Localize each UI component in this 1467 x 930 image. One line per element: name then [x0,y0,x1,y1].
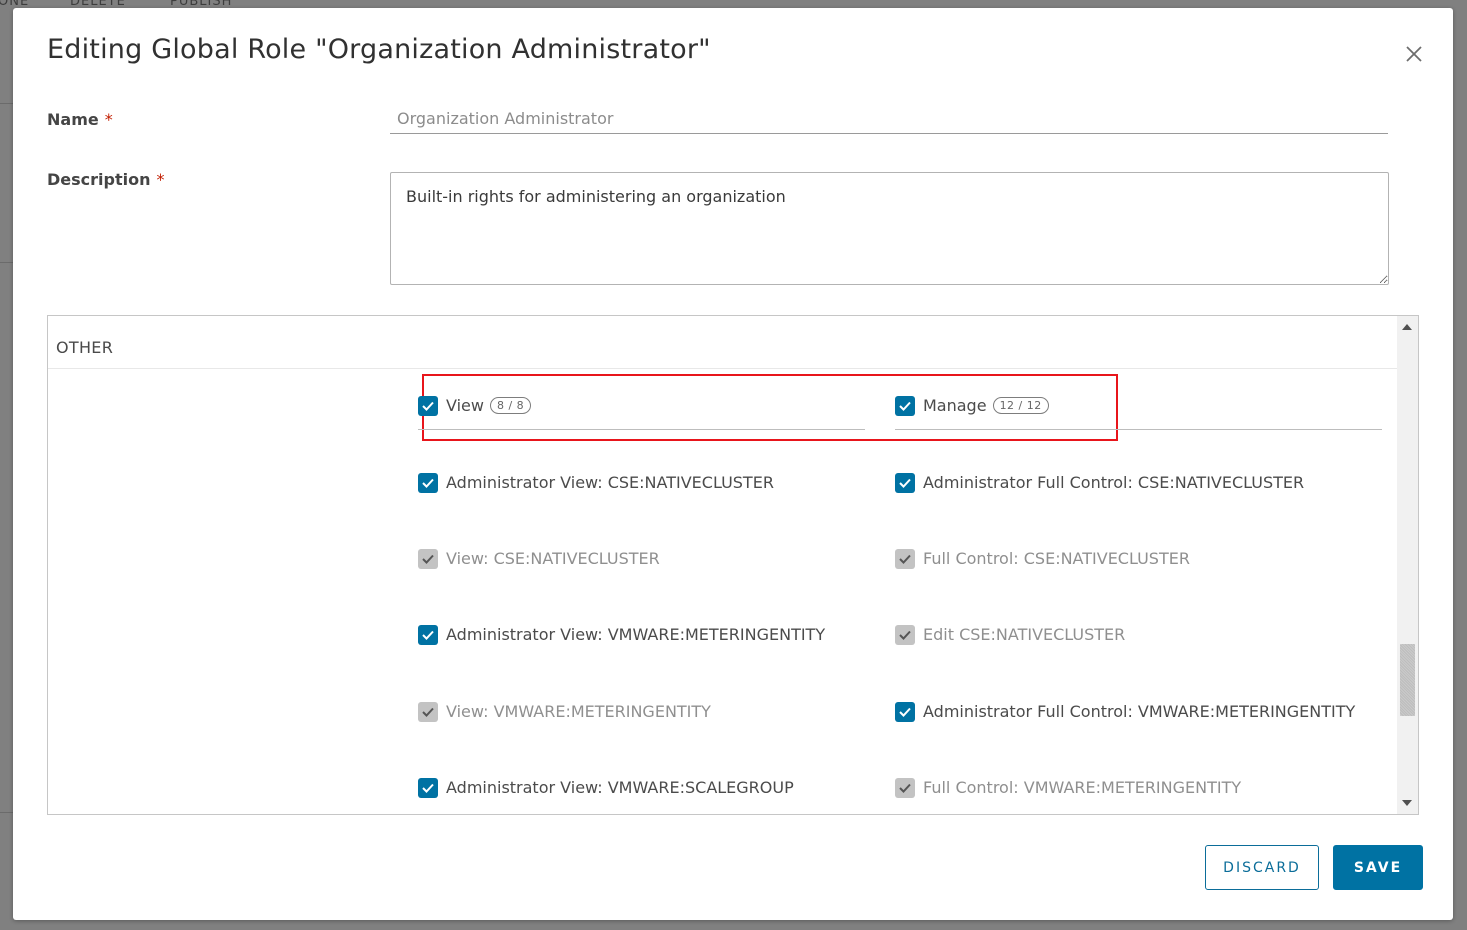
scroll-thumb[interactable] [1400,644,1415,716]
edit-role-dialog: Editing Global Role "Organization Admini… [13,8,1453,920]
group-divider [418,429,865,430]
save-button[interactable]: SAVE [1333,845,1423,890]
close-button[interactable] [1403,43,1425,65]
background-divider [0,103,13,104]
checkbox-disabled-icon [418,549,438,569]
checkbox-checked-icon [895,396,915,416]
view-group-label: View 8 / 8 [446,395,532,417]
description-label-text: Description [47,170,151,189]
checkbox-checked-icon [895,473,915,493]
right-label: Full Control: VMWARE:METERINGENTITY [923,778,1242,797]
background-divider [0,812,13,813]
checkbox-checked-icon [418,778,438,798]
rights-panel: OTHER View 8 / 8 Manage 12 / 12 Administra… [47,315,1419,815]
required-indicator: * [104,110,113,129]
name-label: Name * [47,110,113,129]
right-label: Administrator View: VMWARE:METERINGENTIT… [446,625,826,644]
checkbox-checked-icon [418,396,438,416]
dialog-title: Editing Global Role "Organization Admini… [47,34,711,65]
category-header[interactable]: OTHER [48,324,1398,369]
group-divider [895,429,1382,430]
checkbox-disabled-icon [895,625,915,645]
checkbox-checked-icon [895,702,915,722]
right-label: Administrator View: CSE:NATIVECLUSTER [446,473,774,492]
checkbox-disabled-icon [895,549,915,569]
right-label: Full Control: CSE:NATIVECLUSTER [923,549,1190,568]
scroll-up-arrow-icon[interactable] [1402,324,1412,330]
manage-group-label: Manage 12 / 12 [923,395,1049,417]
close-icon [1406,46,1422,62]
category-label: OTHER [56,338,114,357]
right-label: Edit CSE:NATIVECLUSTER [923,625,1126,644]
count-badge: 12 / 12 [992,397,1049,414]
name-label-text: Name [47,110,99,129]
scroll-down-arrow-icon[interactable] [1402,800,1412,806]
right-label: Administrator Full Control: CSE:NATIVECL… [923,473,1305,492]
name-input[interactable] [390,104,1388,134]
right-label: View: CSE:NATIVECLUSTER [446,549,660,568]
checkbox-checked-icon [418,625,438,645]
right-label: View: VMWARE:METERINGENTITY [446,702,711,721]
group-label-text: View [446,396,484,415]
count-badge: 8 / 8 [489,397,532,414]
vertical-scrollbar[interactable] [1397,316,1418,814]
group-label-text: Manage [923,396,987,415]
checkbox-checked-icon [418,473,438,493]
right-label: Administrator View: VMWARE:SCALEGROUP [446,778,794,797]
background-divider [0,262,13,263]
required-indicator: * [156,170,165,189]
description-textarea[interactable] [390,172,1389,285]
description-label: Description * [47,170,164,189]
discard-button[interactable]: DISCARD [1205,845,1319,890]
checkbox-disabled-icon [895,778,915,798]
checkbox-disabled-icon [418,702,438,722]
right-label: Administrator Full Control: VMWARE:METER… [923,702,1356,721]
